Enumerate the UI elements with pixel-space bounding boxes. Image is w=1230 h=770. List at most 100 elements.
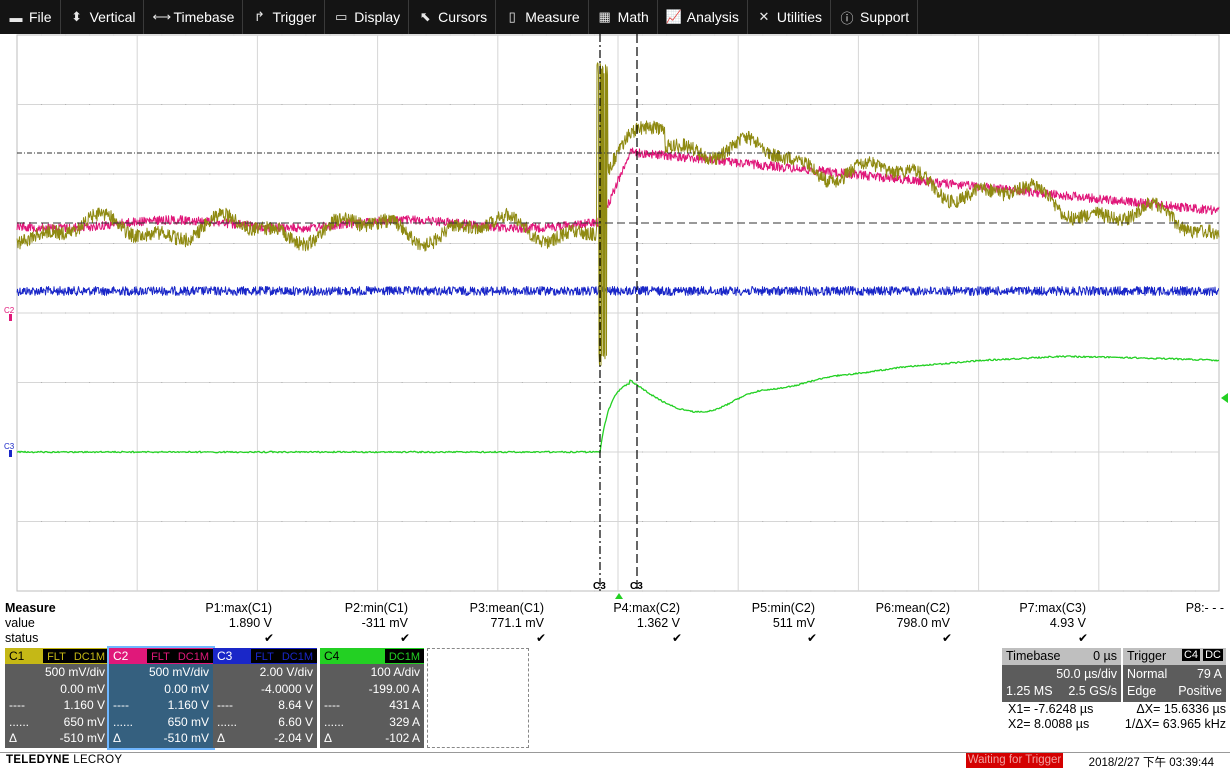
graticule-dot: [906, 590, 908, 592]
empty-descriptor-slot[interactable]: [427, 648, 529, 748]
menu-trigger[interactable]: ↱ Trigger: [243, 0, 326, 34]
graticule-dot: [954, 382, 956, 383]
measure-param-value-p4: 1.362 V: [636, 616, 680, 630]
menu-label: Support: [860, 9, 910, 25]
graticule-dot: [401, 312, 403, 314]
graticule-dot: [473, 173, 475, 175]
menu-display[interactable]: ▭ Display: [325, 0, 410, 34]
trigger-descriptor[interactable]: Trigger C4 DC Normal 79 A Edge Positive: [1123, 648, 1226, 702]
timebase-delay: 0 µs: [1093, 649, 1117, 663]
graticule-dot: [882, 34, 884, 36]
graticule-dot: [449, 243, 451, 244]
channel-cursor1-value: 1.160 V: [167, 698, 209, 712]
trigger-source-badge: C4: [1181, 649, 1200, 661]
menu-cursors[interactable]: ⬉ Cursors: [409, 0, 497, 34]
channel-id: C1: [9, 649, 25, 663]
channel-cursor1-value: 1.160 V: [63, 698, 105, 712]
graticule-dot: [690, 173, 692, 175]
graticule-dot: [305, 521, 307, 522]
menu-label: Timebase: [173, 9, 235, 25]
menu-file[interactable]: ▬ File: [0, 0, 61, 34]
graticule-dot: [113, 521, 115, 522]
vertical-arrows-icon: ⬍: [71, 9, 83, 24]
graticule-dot: [161, 173, 163, 175]
menu-vertical[interactable]: ⬍ Vertical: [61, 0, 145, 34]
graticule-dot: [834, 34, 836, 36]
graticule-dot: [1122, 521, 1124, 522]
graticule-dot: [786, 312, 788, 314]
timebase-samples: 1.25 MS: [1006, 684, 1053, 698]
channel-cursor2-value: 650 mV: [167, 714, 209, 729]
channel-header: C1 FLT DC1M: [5, 648, 109, 664]
graticule-dot: [401, 173, 403, 175]
graticule-dot: [425, 312, 427, 314]
graticule-dot: [89, 104, 91, 105]
graticule-dot: [41, 243, 43, 244]
graticule-dot: [281, 243, 283, 244]
graticule-dot: [545, 312, 547, 314]
graticule-dot: [1146, 382, 1148, 383]
graticule-dot: [1002, 34, 1004, 36]
channel-header: C4 DC1M: [320, 648, 424, 664]
graticule-dot: [209, 590, 211, 592]
graticule-dot: [642, 521, 644, 522]
graticule-dot: [1194, 521, 1196, 522]
channel-tag-dc1m: DC1M: [173, 649, 213, 663]
menu-label: Utilities: [776, 9, 823, 25]
graticule-dot: [786, 34, 788, 36]
graticule-dot: [353, 312, 355, 314]
graticule-dot: [714, 34, 716, 36]
graticule-dot: [65, 104, 67, 105]
cursor-readout: X1= -7.6248 µs ΔX= 15.6336 µs X2= 8.0088…: [1002, 702, 1228, 746]
channel-descriptor-c3[interactable]: C3 FLT DC1M 2.00 V/div -4.0000 V ---- 8.64 V..…: [213, 648, 317, 748]
channel-values: 2.00 V/div -4.0000 V ---- 8.64 V...... 6.60 …: [213, 664, 317, 748]
measure-status-check-p4: ✔: [672, 631, 683, 645]
menu-analysis[interactable]: 📈 Analysis: [658, 0, 748, 34]
channel-descriptor-c2[interactable]: C2 FLT DC1M 500 mV/div 0.00 mV ---- 1.160 V...…: [107, 646, 215, 750]
trace-c3: [16, 286, 1220, 296]
measure-param-value-p5: 511 mV: [772, 616, 815, 630]
graticule-dot: [41, 382, 43, 383]
graticule-dot: [666, 104, 668, 105]
menu-measure[interactable]: ▯ Measure: [496, 0, 589, 34]
menu-utilities[interactable]: ✕ Utilities: [748, 0, 832, 34]
c4-trigger-level-marker[interactable]: [1221, 393, 1228, 403]
menu-label: Vertical: [89, 9, 136, 25]
menu-support[interactable]: ⓘ Support: [831, 0, 919, 34]
graticule-dot: [65, 521, 67, 522]
graticule-dot: [329, 521, 331, 522]
graticule-dot: [786, 382, 788, 383]
trigger-position-marker[interactable]: [615, 593, 623, 599]
graticule-dot: [834, 312, 836, 314]
channel-id: C4: [324, 649, 340, 663]
channel-tag-flt: FLT: [147, 649, 174, 663]
channel-delta-value: -510 mV: [59, 731, 105, 745]
menu-timebase[interactable]: ⟷ Timebase: [144, 0, 244, 34]
graticule-dot: [642, 451, 644, 453]
graticule-dot: [209, 104, 211, 105]
channel-descriptor-c1[interactable]: C1 FLT DC1M 500 mV/div 0.00 mV ---- 1.160 V...…: [5, 648, 109, 748]
graticule-dot: [569, 521, 571, 522]
analysis-chart-icon: 📈: [665, 9, 682, 24]
graticule-dot: [882, 312, 884, 314]
wrench-icon: ✕: [758, 9, 770, 24]
waveform-grid[interactable]: C2 C3 C3 C3: [0, 34, 1230, 604]
graticule-dot: [786, 243, 788, 244]
measure-param-name-p2: P2:min(C1): [344, 601, 408, 615]
graticule-dot: [449, 590, 451, 592]
graticule-dot: [233, 590, 235, 592]
channel-cursor2-value: 650 mV: [63, 714, 105, 729]
graticule-dot: [281, 590, 283, 592]
graticule-dot: [185, 382, 187, 383]
timebase-descriptor[interactable]: Timebase 0 µs 50.0 µs/div 1.25 MS 2.5 GS…: [1002, 648, 1121, 702]
graticule-dot: [473, 243, 475, 244]
graticule-dot: [1122, 173, 1124, 175]
trigger-edge-icon: ↱: [253, 9, 265, 24]
graticule-dot: [1074, 173, 1076, 175]
graticule-dot: [1026, 521, 1028, 522]
graticule-dot: [569, 173, 571, 175]
status-bar: TELEDYNE LECROY Waiting for Trigger 2018…: [0, 752, 1230, 769]
menu-math[interactable]: ▦ Math: [589, 0, 658, 34]
trigger-mode: Normal: [1127, 667, 1168, 681]
channel-descriptor-c4[interactable]: C4 DC1M 100 A/div -199.00 A ---- 431 A...... 3…: [320, 648, 424, 748]
